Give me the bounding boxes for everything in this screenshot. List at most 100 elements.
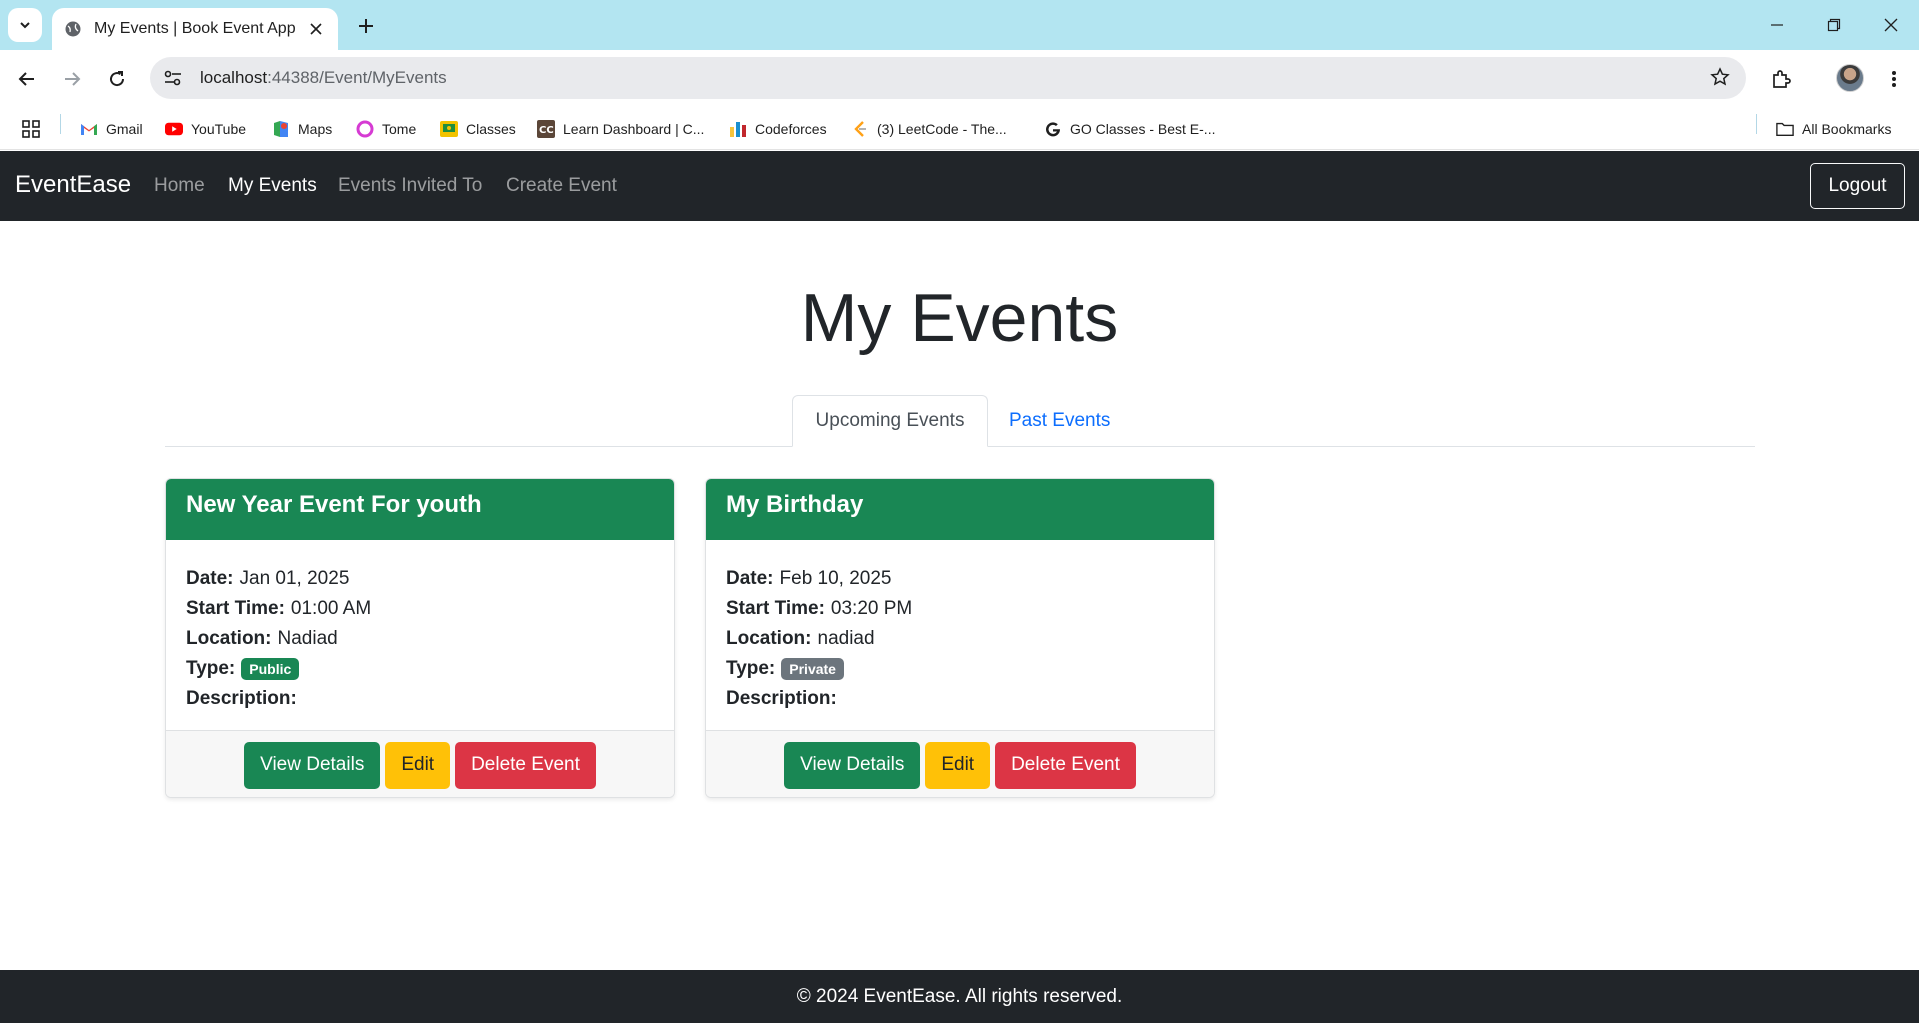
- page-title: My Events: [800, 280, 1119, 356]
- profile-avatar[interactable]: [1836, 64, 1864, 92]
- nav-events-invited-to[interactable]: Events Invited To: [338, 175, 482, 197]
- event-details: Date: Feb 10, 2025 Start Time: 03:20 PM Lo…: [706, 540, 1214, 730]
- arrow-right-icon: [65, 72, 81, 86]
- all-bookmarks-button[interactable]: All Bookmarks: [1776, 118, 1891, 140]
- edit-button[interactable]: Edit: [385, 741, 451, 789]
- bookmark-codeforces[interactable]: Codeforces: [729, 118, 827, 140]
- extensions-button[interactable]: [1766, 64, 1796, 94]
- bookmark-gmail[interactable]: Gmail: [80, 118, 143, 140]
- browser-toolbar: localhost:44388/Event/MyEvents: [0, 50, 1919, 108]
- classes-icon: [440, 120, 458, 138]
- event-location-row: Location: Nadiad: [186, 628, 338, 649]
- delete-event-button[interactable]: Delete Event: [995, 741, 1136, 789]
- edit-button[interactable]: Edit: [925, 741, 991, 789]
- event-location: Nadiad: [277, 628, 338, 649]
- maps-icon: [272, 120, 290, 138]
- arrow-left-icon: [18, 72, 34, 86]
- close-window-button[interactable]: [1877, 12, 1905, 38]
- bookmark-star-icon[interactable]: [1710, 67, 1730, 87]
- bookmark-tome[interactable]: Tome: [356, 118, 416, 140]
- event-type-badge: Public: [241, 658, 300, 680]
- event-start-time-row: Start Time: 01:00 AM: [186, 598, 372, 619]
- close-icon: [1884, 18, 1898, 32]
- event-start-time: 01:00 AM: [290, 598, 372, 619]
- browser-tab-active[interactable]: My Events | Book Event App: [52, 8, 338, 50]
- codeforces-icon: [729, 120, 747, 138]
- event-description-row: Description:: [726, 688, 837, 709]
- site-navbar: EventEase Home My Events Events Invited …: [0, 151, 1919, 221]
- back-button[interactable]: [12, 64, 42, 94]
- bookmarks-divider: [1756, 114, 1757, 134]
- youtube-icon: [165, 120, 183, 138]
- event-actions: View Details Edit Delete Event: [706, 730, 1214, 797]
- bookmark-learn-dashboard[interactable]: CC Learn Dashboard | C...: [537, 118, 704, 140]
- puzzle-icon: [1773, 70, 1791, 88]
- bookmark-maps[interactable]: Maps: [272, 118, 332, 140]
- site-footer: © 2024 EventEase. All rights reserved.: [0, 970, 1919, 1023]
- bookmark-youtube[interactable]: YouTube: [165, 118, 246, 140]
- new-tab-button[interactable]: [352, 12, 380, 40]
- nav-create-event[interactable]: Create Event: [506, 175, 617, 197]
- event-date: Jan 01, 2025: [239, 568, 350, 589]
- minimize-icon: [1771, 24, 1783, 26]
- copyright-text: © 2024 EventEase. All rights reserved.: [796, 985, 1123, 1007]
- reload-icon: [110, 71, 125, 87]
- reload-button[interactable]: [102, 64, 132, 94]
- event-location-row: Location: nadiad: [726, 628, 875, 649]
- close-tab-icon[interactable]: [306, 19, 326, 39]
- view-details-button[interactable]: View Details: [784, 741, 921, 789]
- plus-icon: [359, 19, 373, 33]
- bookmark-go-classes[interactable]: GO Classes - Best E-...: [1044, 118, 1215, 140]
- tab-past-events[interactable]: Past Events: [989, 395, 1130, 447]
- event-title: My Birthday: [706, 479, 1214, 540]
- nav-home[interactable]: Home: [154, 175, 205, 197]
- gmail-icon: [80, 120, 98, 138]
- bookmarks-bar: Gmail YouTube Maps Tome Classes CC Learn…: [0, 108, 1919, 150]
- site-info-icon[interactable]: [164, 70, 190, 86]
- event-start-time-row: Start Time: 03:20 PM: [726, 598, 913, 619]
- tome-icon: [356, 120, 374, 138]
- logout-button[interactable]: Logout: [1810, 163, 1905, 209]
- browser-tabstrip: My Events | Book Event App: [0, 0, 1919, 50]
- bookmark-leetcode[interactable]: (3) LeetCode - The...: [851, 118, 1007, 140]
- url-text: localhost:44388/Event/MyEvents: [200, 68, 447, 87]
- chevron-down-icon: [20, 22, 30, 29]
- tab-upcoming-events[interactable]: Upcoming Events: [792, 395, 988, 447]
- event-type-row: Type: Public: [186, 654, 654, 684]
- minimize-button[interactable]: [1763, 12, 1791, 38]
- event-type-row: Type: Private: [726, 654, 1194, 684]
- svg-text:CC: CC: [539, 125, 554, 136]
- leetcode-icon: [851, 120, 869, 138]
- event-type-badge: Private: [781, 658, 844, 680]
- event-location: nadiad: [817, 628, 875, 649]
- address-bar[interactable]: localhost:44388/Event/MyEvents: [150, 57, 1746, 99]
- event-title: New Year Event For youth: [166, 479, 674, 540]
- tab-search-button[interactable]: [8, 8, 42, 42]
- google-icon: [1044, 120, 1062, 138]
- folder-icon: [1776, 120, 1794, 138]
- bookmarks-divider: [60, 114, 61, 134]
- apps-grid-icon: [22, 120, 40, 138]
- event-date-row: Date: Jan 01, 2025: [186, 568, 350, 589]
- event-description-row: Description:: [186, 688, 297, 709]
- globe-icon: [64, 20, 82, 38]
- brand-logo[interactable]: EventEase: [15, 171, 131, 199]
- nav-my-events[interactable]: My Events: [228, 175, 317, 197]
- tab-title: My Events | Book Event App: [94, 20, 296, 37]
- delete-event-button[interactable]: Delete Event: [455, 741, 596, 789]
- restore-button[interactable]: [1820, 12, 1848, 38]
- forward-button[interactable]: [57, 64, 87, 94]
- event-card: New Year Event For youth Date: Jan 01, 20…: [165, 478, 675, 798]
- apps-button[interactable]: [22, 118, 48, 140]
- restore-icon: [1827, 18, 1841, 32]
- codechef-icon: CC: [537, 120, 555, 138]
- event-start-time: 03:20 PM: [830, 598, 913, 619]
- browser-menu-button[interactable]: [1879, 64, 1909, 94]
- event-card: My Birthday Date: Feb 10, 2025 Start Time…: [705, 478, 1215, 798]
- bookmark-classes[interactable]: Classes: [440, 118, 516, 140]
- view-details-button[interactable]: View Details: [244, 741, 381, 789]
- event-date: Feb 10, 2025: [779, 568, 892, 589]
- event-date-row: Date: Feb 10, 2025: [726, 568, 892, 589]
- event-details: Date: Jan 01, 2025 Start Time: 01:00 AM Lo…: [166, 540, 674, 730]
- event-actions: View Details Edit Delete Event: [166, 730, 674, 797]
